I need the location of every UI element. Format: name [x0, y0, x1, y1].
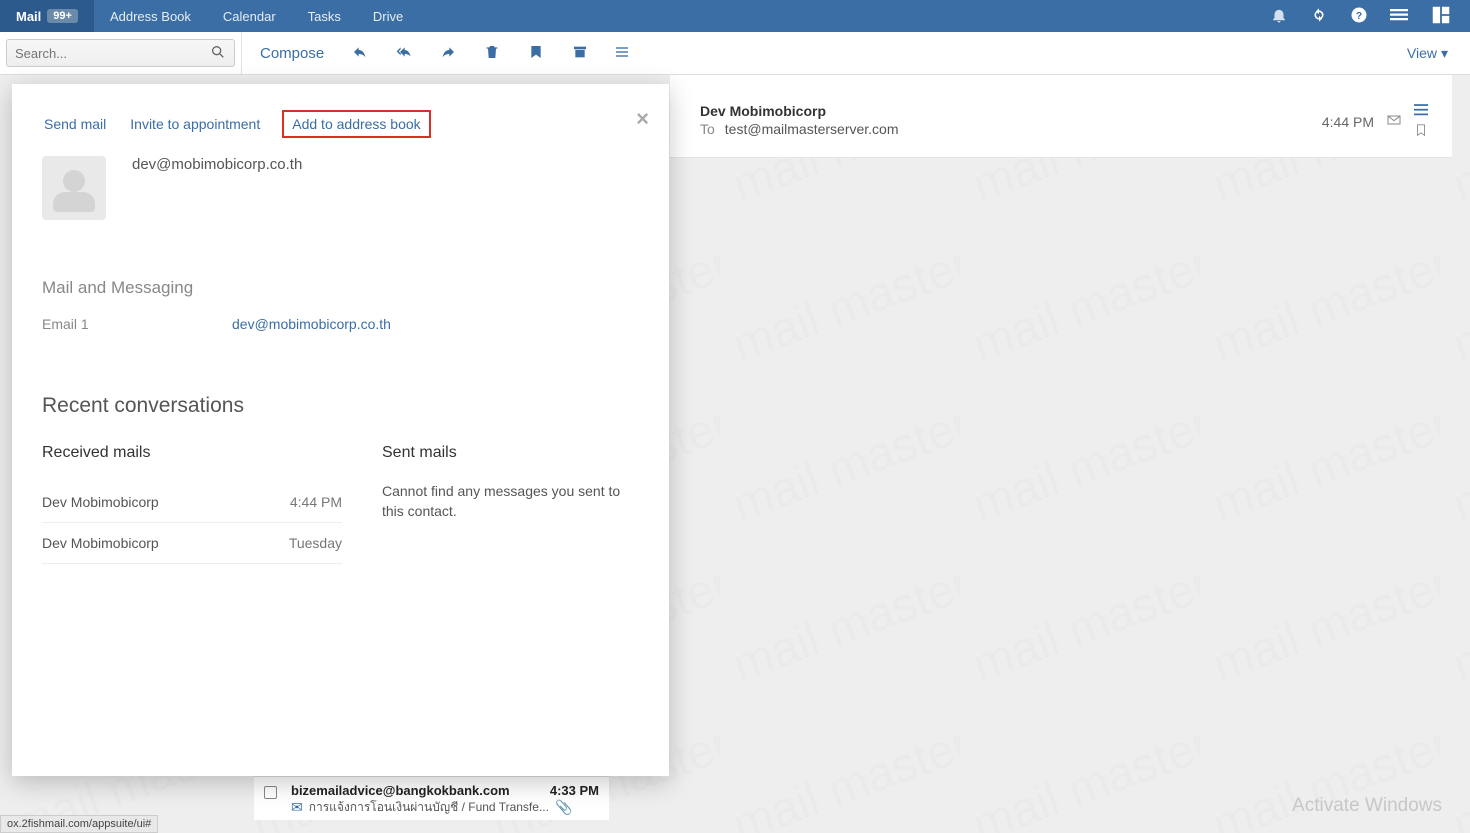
reply-icon[interactable] — [352, 44, 368, 63]
received-name: Dev Mobimobicorp — [42, 494, 159, 510]
avatar — [42, 156, 106, 220]
search-icon[interactable] — [210, 44, 226, 63]
menu-icon[interactable] — [1390, 6, 1408, 27]
section-recent-heading: Recent conversations — [42, 394, 639, 418]
mail-to-label: To — [700, 121, 715, 137]
received-item[interactable]: Dev Mobimobicorp Tuesday — [42, 523, 342, 564]
forward-icon[interactable] — [440, 44, 456, 63]
mail-list-item[interactable]: bizemailadvice@bangkokbank.com 4:33 PM ✉… — [254, 776, 609, 820]
bookmark-icon[interactable] — [1414, 123, 1428, 140]
conversations-columns: Received mails Dev Mobimobicorp 4:44 PM … — [42, 444, 639, 564]
nav-tab-addressbook[interactable]: Address Book — [94, 0, 207, 32]
received-time: 4:44 PM — [290, 494, 342, 510]
search-input[interactable] — [15, 46, 210, 61]
invite-appointment-action[interactable]: Invite to appointment — [128, 112, 262, 136]
section-mail-heading: Mail and Messaging — [42, 278, 639, 298]
received-item[interactable]: Dev Mobimobicorp 4:44 PM — [42, 482, 342, 523]
received-column: Received mails Dev Mobimobicorp 4:44 PM … — [42, 444, 342, 564]
received-heading: Received mails — [42, 444, 342, 462]
nav-tab-label: Mail — [16, 9, 41, 24]
email1-value[interactable]: dev@mobimobicorp.co.th — [232, 316, 391, 332]
delete-icon[interactable] — [484, 44, 500, 63]
toolbar: Compose View ▾ — [0, 32, 1470, 75]
view-dropdown[interactable]: View ▾ — [1407, 45, 1470, 62]
activate-windows-watermark: Activate Windows — [1292, 795, 1442, 817]
nav-utilities: ? — [1270, 4, 1470, 29]
search-container — [0, 32, 242, 74]
contact-popup: × Send mail Invite to appointment Add to… — [12, 84, 669, 776]
sent-column: Sent mails Cannot find any messages you … — [382, 444, 639, 564]
statusbar-url: ox.2fishmail.com/appsuite/ui# — [0, 815, 158, 833]
received-time: Tuesday — [289, 535, 342, 551]
email-field-row: Email 1 dev@mobimobicorp.co.th — [42, 316, 639, 332]
close-icon[interactable]: × — [636, 106, 649, 132]
app-logo-icon[interactable] — [1430, 4, 1452, 29]
more-icon[interactable] — [616, 44, 632, 63]
received-name: Dev Mobimobicorp — [42, 535, 159, 551]
mail-count-badge: 99+ — [47, 9, 78, 23]
actions-menu-icon[interactable] — [1414, 103, 1428, 119]
mail-from-name[interactable]: Dev Mobimobicorp — [700, 103, 1428, 119]
nav-tab-tasks[interactable]: Tasks — [292, 0, 357, 32]
nav-tabs: Mail 99+ Address Book Calendar Tasks Dri… — [0, 0, 419, 32]
nav-tab-mail[interactable]: Mail 99+ — [0, 0, 94, 32]
reply-all-icon[interactable] — [396, 44, 412, 63]
attachment-icon: 📎 — [555, 799, 572, 816]
mail-header-pane: Dev Mobimobicorp To test@mailmasterserve… — [670, 75, 1452, 158]
mail-meta: 4:44 PM — [1322, 103, 1428, 140]
nav-tab-drive[interactable]: Drive — [357, 0, 419, 32]
envelope-icon[interactable] — [1386, 112, 1402, 131]
sent-heading: Sent mails — [382, 444, 639, 462]
top-navigation: Mail 99+ Address Book Calendar Tasks Dri… — [0, 0, 1470, 32]
nav-tab-calendar[interactable]: Calendar — [207, 0, 292, 32]
list-item-time: 4:33 PM — [550, 783, 599, 798]
contact-header: dev@mobimobicorp.co.th — [42, 156, 639, 220]
list-item-subject: การแจ้งการโอนเงินผ่านบัญชี / Fund Transf… — [309, 798, 549, 817]
help-icon[interactable]: ? — [1350, 6, 1368, 27]
mail-to-row: To test@mailmasterserver.com — [700, 121, 1428, 137]
contact-email-display: dev@mobimobicorp.co.th — [132, 156, 302, 173]
email1-label: Email 1 — [42, 316, 102, 332]
notifications-icon[interactable] — [1270, 6, 1288, 27]
refresh-icon[interactable] — [1310, 6, 1328, 27]
search-box[interactable] — [6, 39, 235, 67]
sent-empty-message: Cannot find any messages you sent to thi… — [382, 482, 639, 521]
archive-icon[interactable] — [572, 44, 588, 63]
toolbar-actions: Compose — [242, 44, 632, 63]
popup-actions: Send mail Invite to appointment Add to a… — [42, 110, 639, 138]
flag-icon[interactable] — [528, 44, 544, 63]
chevron-down-icon: ▾ — [1441, 45, 1448, 62]
svg-text:?: ? — [1356, 9, 1362, 21]
mail-time: 4:44 PM — [1322, 114, 1374, 130]
view-label: View — [1407, 45, 1437, 61]
mail-to-address[interactable]: test@mailmasterserver.com — [725, 121, 899, 137]
compose-button[interactable]: Compose — [260, 45, 324, 62]
checkbox[interactable] — [264, 786, 277, 799]
send-mail-action[interactable]: Send mail — [42, 112, 108, 136]
unread-dot-icon: ✉ — [291, 799, 303, 816]
list-item-from: bizemailadvice@bangkokbank.com — [291, 783, 510, 798]
add-to-address-book-action[interactable]: Add to address book — [282, 110, 430, 138]
